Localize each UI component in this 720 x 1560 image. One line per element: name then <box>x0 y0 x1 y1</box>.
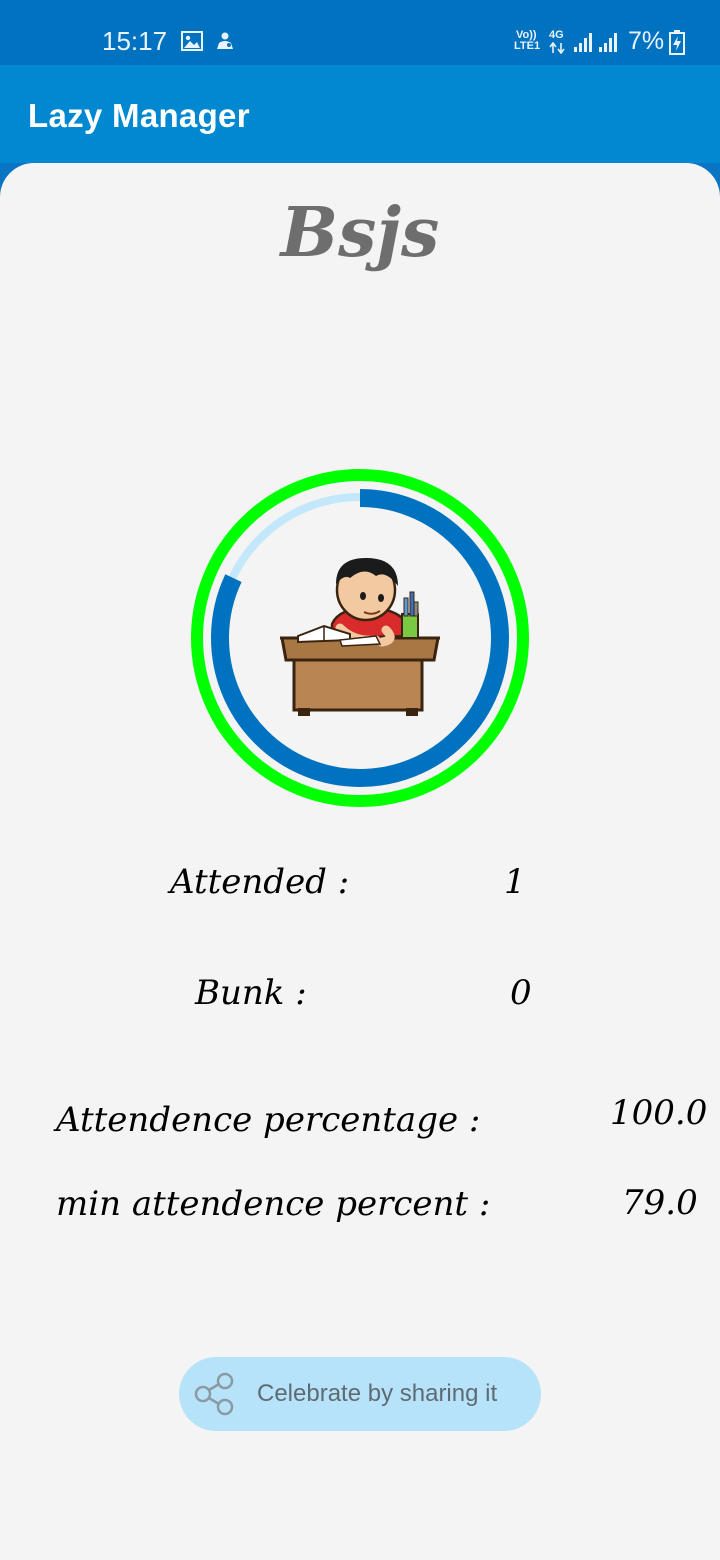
notification-icon <box>217 32 233 49</box>
lte-label: LTE1 <box>514 40 541 52</box>
attended-value: 1 <box>504 862 526 902</box>
battery-charging-icon <box>669 30 685 55</box>
data-arrows-icon <box>549 42 565 54</box>
content-card <box>0 163 720 1560</box>
signal-2-icon <box>599 33 617 52</box>
battery-percent: 7% <box>628 27 665 55</box>
min-attendance-label: min attendence percent : <box>56 1184 491 1224</box>
app-title: Lazy Manager <box>28 97 250 134</box>
bunk-label: Bunk : <box>195 973 307 1013</box>
share-label: Celebrate by sharing it <box>257 1380 498 1407</box>
student-studying-illustration <box>280 558 440 716</box>
min-attendance-value: 79.0 <box>622 1183 698 1223</box>
subject-name: Bsjs <box>280 193 440 273</box>
attended-label: Attended : <box>170 862 350 902</box>
gallery-icon <box>181 31 203 51</box>
bunk-value: 0 <box>510 973 532 1013</box>
attendance-percentage-label: Attendence percentage : <box>56 1100 481 1140</box>
status-bar: 15:17 Vo)) LTE1 4G 7% <box>0 0 720 65</box>
signal-icon <box>574 33 592 52</box>
network-4g-label: 4G <box>549 29 564 41</box>
attendance-percentage-value: 100.0 <box>610 1093 708 1133</box>
status-time: 15:17 <box>102 26 168 56</box>
attendance-progress-ring <box>191 469 529 807</box>
share-icon <box>194 1372 234 1416</box>
share-button[interactable]: Celebrate by sharing it <box>179 1357 541 1431</box>
